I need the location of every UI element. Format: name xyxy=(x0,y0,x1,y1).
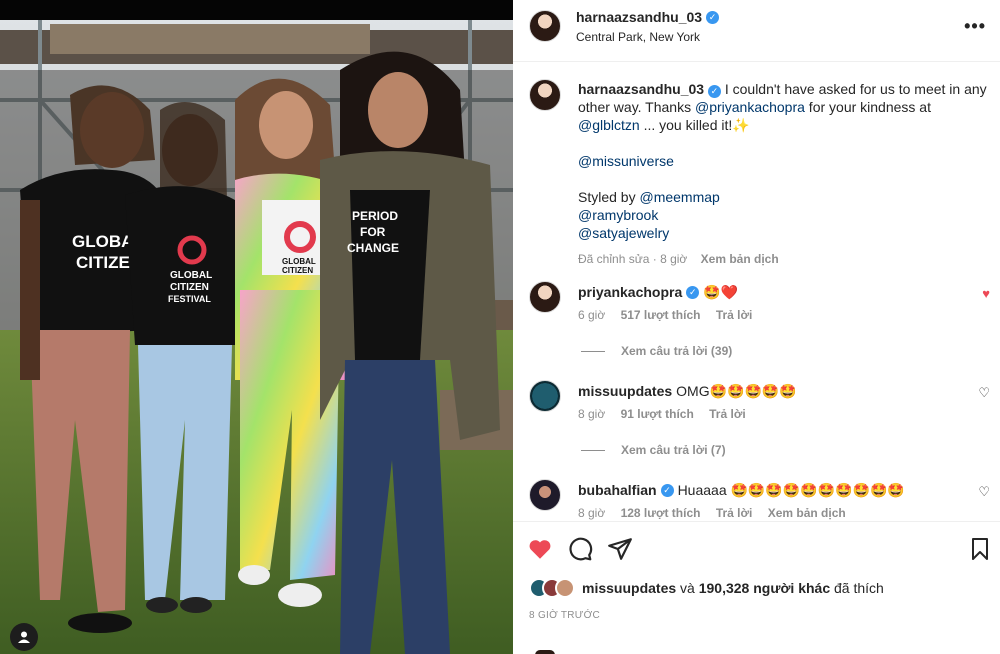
comment-time: 8 giờ xyxy=(578,506,606,520)
post-side-panel: harnaazsandhu_03 ✓ Central Park, New Yor… xyxy=(513,0,1000,654)
photo-illustration: GLOBA CITIZEN GLOBAL CITIZEN FESTIVAL GL… xyxy=(0,0,513,654)
caption-translate-link[interactable]: Xem bản dịch xyxy=(701,252,779,266)
comment-text: OMG🤩🤩🤩🤩🤩 xyxy=(676,383,797,399)
mention-link[interactable]: @satyajewelry xyxy=(578,225,669,241)
comments-section[interactable]: harnaazsandhu_03 ✓ I couldn't have asked… xyxy=(513,63,1000,521)
post-header: harnaazsandhu_03 ✓ Central Park, New Yor… xyxy=(513,0,1000,62)
comment-username[interactable]: bubahalfian ✓ xyxy=(578,481,674,499)
post-caption: harnaazsandhu_03 ✓ I couldn't have asked… xyxy=(578,80,988,268)
comment-likes[interactable]: 517 lượt thích xyxy=(621,308,701,322)
comment-likes[interactable]: 91 lượt thích xyxy=(621,407,694,421)
comment-username[interactable]: priyankachopra ✓ xyxy=(578,283,700,301)
comment-time: 6 giờ xyxy=(578,308,606,322)
replies-divider xyxy=(581,350,605,352)
svg-text:FOR: FOR xyxy=(360,225,386,239)
share-icon[interactable] xyxy=(607,536,633,562)
mention-link[interactable]: @ramybrook xyxy=(578,207,658,223)
author-avatar[interactable] xyxy=(529,10,561,42)
comment-avatar[interactable] xyxy=(529,380,561,412)
comment-text: Huaaaa 🤩🤩🤩🤩🤩🤩🤩🤩🤩🤩 xyxy=(677,482,905,498)
svg-text:GLOBA: GLOBA xyxy=(72,232,133,251)
post-photo[interactable]: GLOBA CITIZEN GLOBAL CITIZEN FESTIVAL GL… xyxy=(0,0,513,654)
user-tag-icon[interactable] xyxy=(10,623,38,651)
caption-username[interactable]: harnaazsandhu_03 xyxy=(578,81,704,97)
verified-badge-icon: ✓ xyxy=(706,10,720,24)
mention-link[interactable]: @missuniverse xyxy=(578,153,674,169)
comment-translate-link[interactable]: Xem bản dịch xyxy=(768,506,846,520)
post-time[interactable]: 8 GIỜ TRƯỚC xyxy=(529,610,600,621)
verified-badge-icon: ✓ xyxy=(707,84,721,98)
post-actions: missuupdates và 190,328 người khác đã th… xyxy=(513,521,1000,654)
comment-username-text[interactable]: priyankachopra xyxy=(578,283,682,301)
view-replies-text[interactable]: Xem câu trả lời (39) xyxy=(621,344,732,358)
post-location[interactable]: Central Park, New York xyxy=(576,30,700,44)
mention-link[interactable]: @glblctzn xyxy=(578,117,640,133)
heart-icon[interactable] xyxy=(527,536,553,562)
caption-text-3: ... you killed it!✨ xyxy=(639,117,750,133)
comment-text: 🤩❤️ xyxy=(703,284,739,300)
caption-styled-by: Styled by xyxy=(578,189,640,205)
view-replies-button[interactable]: Xem câu trả lời (39) xyxy=(581,344,732,358)
svg-text:PERIOD: PERIOD xyxy=(352,209,398,223)
comment-username[interactable]: missuupdates xyxy=(578,382,672,400)
svg-text:GLOBAL: GLOBAL xyxy=(170,270,212,281)
comment-username-text[interactable]: missuupdates xyxy=(578,382,672,400)
author-username-text[interactable]: harnaazsandhu_03 xyxy=(576,9,702,25)
comment-username-text[interactable]: bubahalfian xyxy=(578,481,657,499)
comment-reply-button[interactable]: Trả lời xyxy=(709,407,746,421)
add-comment-avatar xyxy=(535,650,555,654)
caption-avatar[interactable] xyxy=(529,79,561,111)
verified-badge-icon: ✓ xyxy=(660,483,674,497)
svg-text:FESTIVAL: FESTIVAL xyxy=(168,294,211,304)
comment-avatar[interactable] xyxy=(529,281,561,313)
bookmark-icon[interactable] xyxy=(968,536,994,562)
view-replies-button[interactable]: Xem câu trả lời (7) xyxy=(581,443,726,457)
author-username[interactable]: harnaazsandhu_03 ✓ xyxy=(576,9,720,25)
caption-text-2: for your kindness at xyxy=(804,99,931,115)
view-replies-text[interactable]: Xem câu trả lời (7) xyxy=(621,443,726,457)
mention-link[interactable]: @meemmap xyxy=(639,189,719,205)
comment-reply-button[interactable]: Trả lời xyxy=(716,308,753,322)
caption-edited: Đã chỉnh sửa · 8 giờ xyxy=(578,252,688,266)
comment-reply-button[interactable]: Trả lời xyxy=(716,506,753,520)
likes-first-user[interactable]: missuupdates xyxy=(582,580,676,596)
more-options-button[interactable]: ••• xyxy=(964,16,986,37)
verified-badge-icon: ✓ xyxy=(686,285,700,299)
svg-text:GLOBAL: GLOBAL xyxy=(282,257,316,266)
likes-liked-text: đã thích xyxy=(830,580,884,596)
likes-summary[interactable]: missuupdates và 190,328 người khác đã th… xyxy=(529,578,884,598)
caption-meta: Đã chỉnh sửa · 8 giờ Xem bản dịch xyxy=(578,250,988,268)
likes-count[interactable]: 190,328 người khác xyxy=(699,580,830,596)
comment-time: 8 giờ xyxy=(578,407,606,421)
comment-likes[interactable]: 128 lượt thích xyxy=(621,506,701,520)
replies-divider xyxy=(581,449,605,451)
svg-text:CHANGE: CHANGE xyxy=(347,241,399,255)
liker-avatar xyxy=(555,578,575,598)
comment-like-heart-icon[interactable]: ♥ xyxy=(982,286,990,301)
comment-avatar[interactable] xyxy=(529,479,561,511)
likes-and: và xyxy=(676,580,699,596)
comment-icon[interactable] xyxy=(567,536,593,562)
mention-link[interactable]: @priyankachopra xyxy=(695,99,805,115)
comment-like-heart-icon[interactable]: ♡ xyxy=(978,484,990,500)
comment-like-heart-icon[interactable]: ♡ xyxy=(978,385,990,401)
svg-text:CITIZEN: CITIZEN xyxy=(170,282,209,293)
liker-avatars xyxy=(529,578,575,598)
svg-text:CITIZEN: CITIZEN xyxy=(282,266,313,275)
